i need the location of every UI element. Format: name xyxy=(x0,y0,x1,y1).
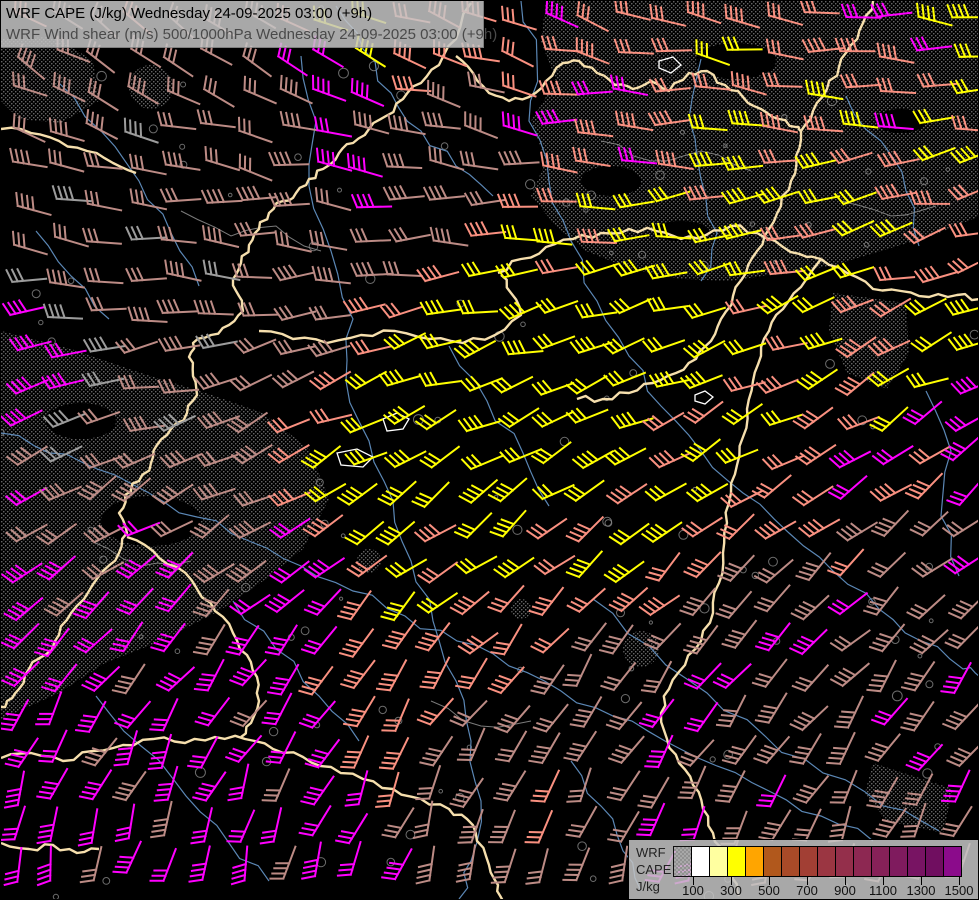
legend-cell-5 xyxy=(763,846,782,877)
legend-cell-14 xyxy=(925,846,944,877)
legend-tick-label: 700 xyxy=(787,883,827,898)
title-line-cape: WRF CAPE (J/kg) Wednesday 24-09-2025 03:… xyxy=(6,3,483,24)
legend-label-unit: J/kg xyxy=(636,878,671,895)
legend-tick-label: 900 xyxy=(825,883,865,898)
legend-cell-6 xyxy=(781,846,800,877)
legend-cell-12 xyxy=(889,846,908,877)
legend-cell-15 xyxy=(943,846,962,877)
legend-cell-3 xyxy=(727,846,746,877)
legend-tick-label: 500 xyxy=(749,883,789,898)
legend-label: WRF CAPE J/kg xyxy=(636,844,671,895)
legend-cell-1 xyxy=(691,846,710,877)
legend-tick-label: 300 xyxy=(711,883,751,898)
title-line-windshear: WRF Wind shear (m/s) 500/1000hPa Wednesd… xyxy=(6,24,483,45)
legend-cell-11 xyxy=(871,846,890,877)
legend-cell-13 xyxy=(907,846,926,877)
legend-cell-2 xyxy=(709,846,728,877)
legend-cell-0 xyxy=(673,846,692,877)
legend-cell-9 xyxy=(835,846,854,877)
cape-legend: WRF CAPE J/kg 10030050070090011001300150… xyxy=(628,839,979,900)
legend-tick-label: 100 xyxy=(673,883,713,898)
legend-cell-8 xyxy=(817,846,836,877)
legend-tick-label: 1300 xyxy=(901,883,941,898)
legend-label-variable: CAPE xyxy=(636,861,671,878)
legend-tick-label: 1100 xyxy=(863,883,903,898)
title-bar: WRF CAPE (J/kg) Wednesday 24-09-2025 03:… xyxy=(1,1,484,48)
legend-tick-label: 1500 xyxy=(939,883,979,898)
legend-label-model: WRF xyxy=(636,844,671,861)
weather-map-screen: WRF CAPE (J/kg) Wednesday 24-09-2025 03:… xyxy=(0,0,979,900)
map-canvas xyxy=(1,1,979,900)
legend-cell-10 xyxy=(853,846,872,877)
legend-cell-7 xyxy=(799,846,818,877)
legend-cell-4 xyxy=(745,846,764,877)
legend-color-scale xyxy=(674,846,962,877)
